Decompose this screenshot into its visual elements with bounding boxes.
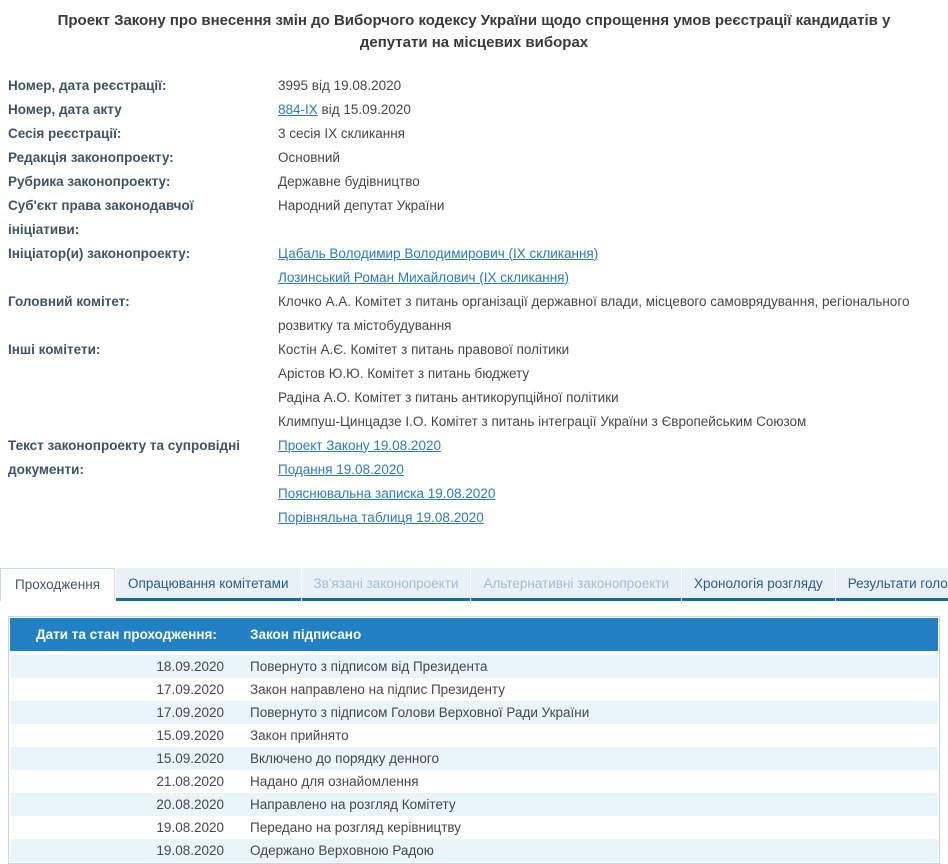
field-label: Інші комітети: (8, 338, 278, 362)
field-row-act: Номер, дата акту 884-ІХ від 15.09.2020 (8, 98, 940, 122)
act-number-value: 884-ІХ від 15.09.2020 (278, 98, 411, 122)
table-row: 19.08.2020 Одержано Верховною Радою (10, 839, 938, 862)
row-status: Повернуто з підписом від Президента (242, 655, 938, 678)
bill-meta: Номер, дата реєстрації: 3995 від 19.08.2… (0, 74, 948, 530)
table-row: 17.09.2020 Закон направлено на підпис Пр… (10, 678, 938, 701)
redaction-value: Основний (278, 146, 340, 170)
initiator-link[interactable]: Цабаль Володимир Володимирович (ІХ склик… (278, 242, 598, 266)
session-value: 3 сесія ІХ скликання (278, 122, 405, 146)
field-label: Номер, дата реєстрації: (8, 74, 278, 98)
row-date: 20.08.2020 (10, 793, 242, 816)
row-date: 21.08.2020 (10, 770, 242, 793)
table-row: 20.08.2020 Направлено на розгляд Комітет… (10, 793, 938, 816)
progress-table-body: 18.09.2020 Повернуто з підписом від През… (10, 655, 938, 862)
tab-committee-processing[interactable]: Опрацювання комітетами (116, 568, 300, 601)
field-row-rubric: Рубрика законопроекту: Державне будівниц… (8, 170, 940, 194)
initiator-link[interactable]: Лозинський Роман Михайлович (ІХ скликанн… (278, 266, 598, 290)
table-row: 15.09.2020 Включено до порядку денного (10, 747, 938, 770)
header-current-status: Закон підписано (242, 627, 938, 642)
registration-number-value: 3995 від 19.08.2020 (278, 74, 401, 98)
tab-review-chronology[interactable]: Хронологія розгляду (682, 568, 835, 601)
field-label: Редакція законопроекту: (8, 146, 278, 170)
row-status: Закон прийнято (242, 724, 938, 747)
initiators-list: Цабаль Володимир Володимирович (ІХ склик… (278, 242, 598, 290)
progress-table-header: Дати та стан проходження: Закон підписан… (10, 618, 938, 651)
row-date: 15.09.2020 (10, 747, 242, 770)
doc-link-explanatory-note[interactable]: Пояснювальна записка 19.08.2020 (278, 482, 495, 506)
row-date: 18.09.2020 (10, 655, 242, 678)
tab-alternative-bills: Альтернативні законопроекти (471, 568, 681, 601)
field-row-registration: Номер, дата реєстрації: 3995 від 19.08.2… (8, 74, 940, 98)
committee-line: Радіна А.О. Комітет з питань антикорупці… (278, 386, 806, 410)
doc-link-submission[interactable]: Подання 19.08.2020 (278, 458, 495, 482)
other-committees-list: Костін А.Є. Комітет з питань правової по… (278, 338, 806, 434)
row-date: 19.08.2020 (10, 816, 242, 839)
initiative-subject-value: Народний депутат України (278, 194, 444, 218)
table-row: 18.09.2020 Повернуто з підписом від През… (10, 655, 938, 678)
row-status: Передано на розгляд керівництву (242, 816, 938, 839)
header-dates-status: Дати та стан проходження: (10, 627, 242, 642)
field-row-redaction: Редакція законопроекту: Основний (8, 146, 940, 170)
progress-table: Дати та стан проходження: Закон підписан… (8, 616, 940, 864)
table-row: 17.09.2020 Повернуто з підписом Голови В… (10, 701, 938, 724)
act-date-text: від 15.09.2020 (318, 102, 411, 117)
doc-link-comparative-table[interactable]: Порівняльна таблиця 19.08.2020 (278, 506, 495, 530)
doc-link-draft-law[interactable]: Проект Закону 19.08.2020 (278, 434, 495, 458)
row-status: Одержано Верховною Радою (242, 839, 938, 862)
documents-list: Проект Закону 19.08.2020 Подання 19.08.2… (278, 434, 495, 530)
field-label: Ініціатор(и) законопроекту: (8, 242, 278, 266)
row-date: 17.09.2020 (10, 678, 242, 701)
field-row-session: Сесія реєстрації: 3 сесія ІХ скликання (8, 122, 940, 146)
field-row-other-committees: Інші комітети: Костін А.Є. Комітет з пит… (8, 338, 940, 434)
field-label: Суб'єкт права законодавчої ініціативи: (8, 194, 278, 242)
field-label: Рубрика законопроекту: (8, 170, 278, 194)
row-status: Закон направлено на підпис Президенту (242, 678, 938, 701)
row-date: 17.09.2020 (10, 701, 242, 724)
tab-bar: Проходження Опрацювання комітетами Зв'яз… (0, 568, 948, 601)
table-row: 19.08.2020 Передано на розгляд керівницт… (10, 816, 938, 839)
page-title: Проект Закону про внесення змін до Вибор… (26, 10, 922, 54)
row-status: Включено до порядку денного (242, 747, 938, 770)
bill-page: Проект Закону про внесення змін до Вибор… (0, 10, 948, 864)
row-date: 15.09.2020 (10, 724, 242, 747)
field-row-initiative-subject: Суб'єкт права законодавчої ініціативи: Н… (8, 194, 940, 242)
main-committee-value: Клочко А.А. Комітет з питань організації… (278, 290, 940, 338)
row-status: Повернуто з підписом Голови Верховної Ра… (242, 701, 938, 724)
act-number-link[interactable]: 884-ІХ (278, 102, 318, 117)
tab-related-bills: Зв'язані законопроекти (302, 568, 471, 601)
field-label: Головний комітет: (8, 290, 278, 314)
committee-line: Арістов Ю.Ю. Комітет з питань бюджету (278, 362, 806, 386)
tab-progress[interactable]: Проходження (0, 568, 115, 601)
rubric-value: Державне будівництво (278, 170, 420, 194)
table-row: 21.08.2020 Надано для ознайомлення (10, 770, 938, 793)
field-label: Сесія реєстрації: (8, 122, 278, 146)
row-date: 19.08.2020 (10, 839, 242, 862)
field-label: Номер, дата акту (8, 98, 278, 122)
field-row-initiators: Ініціатор(и) законопроекту: Цабаль Волод… (8, 242, 940, 290)
field-row-documents: Текст законопроекту та супровідні докуме… (8, 434, 940, 530)
row-status: Надано для ознайомлення (242, 770, 938, 793)
tab-voting-results[interactable]: Результати голосування (836, 568, 948, 601)
committee-line: Климпуш-Цинцадзе І.О. Комітет з питань і… (278, 410, 806, 434)
row-status: Направлено на розгляд Комітету (242, 793, 938, 816)
field-row-main-committee: Головний комітет: Клочко А.А. Комітет з … (8, 290, 940, 338)
table-row: 15.09.2020 Закон прийнято (10, 724, 938, 747)
field-label: Текст законопроекту та супровідні докуме… (8, 434, 278, 482)
committee-line: Костін А.Є. Комітет з питань правової по… (278, 338, 806, 362)
